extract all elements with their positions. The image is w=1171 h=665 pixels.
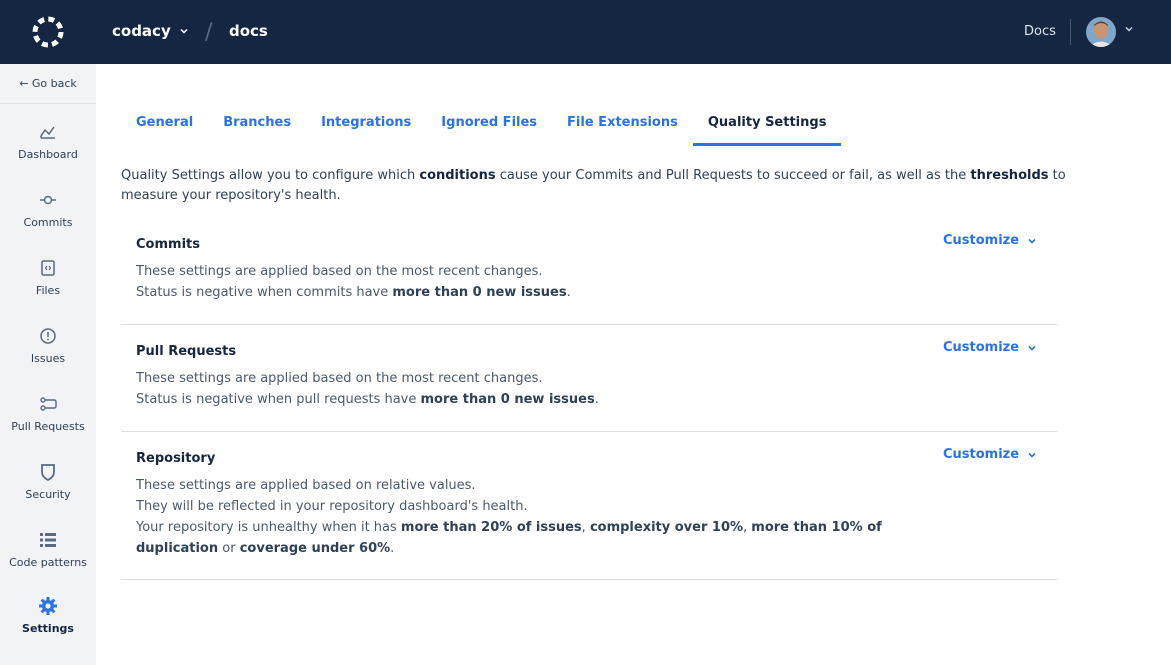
commits-customize-button[interactable]: Customize bbox=[943, 233, 1037, 248]
intro-bold-thresholds: thresholds bbox=[970, 168, 1049, 183]
tab-file-extensions[interactable]: File Extensions bbox=[552, 100, 693, 146]
chevron-down-icon bbox=[1028, 345, 1036, 351]
description-text: . bbox=[566, 285, 571, 300]
tab-ignored-files[interactable]: Ignored Files bbox=[426, 100, 552, 146]
sidebar-item-issues[interactable]: Issues bbox=[0, 326, 96, 392]
description-line: These settings are applied based on rela… bbox=[136, 478, 476, 493]
sidebar: ← Go back Dashboard Commits Files Issues… bbox=[0, 64, 96, 665]
docs-link[interactable]: Docs bbox=[1024, 24, 1056, 39]
file-icon bbox=[41, 260, 55, 276]
chevron-down-icon bbox=[1028, 452, 1036, 458]
sidebar-item-label: Settings bbox=[22, 622, 74, 635]
repo-name[interactable]: docs bbox=[229, 22, 268, 40]
chevron-down-icon bbox=[180, 28, 188, 34]
sidebar-item-label: Security bbox=[25, 488, 71, 501]
sidebar-item-code-patterns[interactable]: Code patterns bbox=[0, 530, 96, 596]
section-description: These settings are applied based on the … bbox=[136, 261, 926, 303]
gear-icon bbox=[39, 597, 57, 615]
tab-branches[interactable]: Branches bbox=[208, 100, 306, 146]
customize-label: Customize bbox=[943, 447, 1020, 462]
header-divider bbox=[1070, 19, 1071, 45]
description-text: Your repository is unhealthy when it has bbox=[136, 520, 401, 535]
description-line: Status is negative when pull requests ha… bbox=[136, 389, 926, 410]
description-text: Status is negative when commits have bbox=[136, 285, 393, 300]
pull-requests-section: Pull Requests These settings are applied… bbox=[121, 325, 1058, 432]
description-line: These settings are applied based on the … bbox=[136, 371, 543, 386]
intro-bold-conditions: conditions bbox=[419, 168, 496, 183]
customize-label: Customize bbox=[943, 340, 1020, 355]
threshold-value: more than 0 new issues bbox=[392, 285, 567, 300]
shield-icon bbox=[41, 464, 55, 482]
description-line: Your repository is unhealthy when it has… bbox=[136, 517, 926, 559]
description-line: They will be reflected in your repositor… bbox=[136, 499, 528, 514]
list-icon bbox=[40, 533, 56, 547]
chevron-down-icon bbox=[1028, 238, 1036, 244]
tab-quality-settings[interactable]: Quality Settings bbox=[692, 100, 842, 146]
sidebar-item-dashboard[interactable]: Dashboard bbox=[0, 122, 96, 188]
account-chevron-down-icon[interactable] bbox=[1124, 24, 1134, 34]
avatar-image-icon bbox=[1086, 17, 1116, 47]
customize-label: Customize bbox=[943, 233, 1020, 248]
pull-request-icon bbox=[40, 397, 57, 411]
description-line: These settings are applied based on the … bbox=[136, 264, 543, 279]
intro-text: Quality Settings allow you to configure … bbox=[121, 168, 420, 183]
breadcrumb-separator: / bbox=[205, 20, 213, 45]
threshold-complexity: complexity over 10% bbox=[589, 520, 744, 535]
settings-tabs: General Branches Integrations Ignored Fi… bbox=[121, 100, 842, 146]
dashboard-icon bbox=[40, 126, 55, 139]
section-title: Repository bbox=[136, 451, 216, 466]
sidebar-item-label: Dashboard bbox=[18, 148, 78, 161]
tab-general[interactable]: General bbox=[121, 100, 208, 146]
sidebar-item-files[interactable]: Files bbox=[0, 258, 96, 324]
threshold-issues: more than 20% of issues bbox=[400, 520, 582, 535]
sidebar-item-commits[interactable]: Commits bbox=[0, 190, 96, 256]
sidebar-item-label: Files bbox=[35, 284, 61, 297]
section-title: Pull Requests bbox=[136, 344, 237, 359]
threshold-coverage: coverage under 60% bbox=[239, 541, 391, 556]
pull-requests-customize-button[interactable]: Customize bbox=[943, 340, 1037, 355]
description-text: . bbox=[594, 392, 599, 407]
sidebar-item-label: Issues bbox=[30, 352, 66, 365]
commit-icon bbox=[40, 195, 56, 205]
top-navbar: codacy / docs Docs bbox=[0, 0, 1171, 64]
threshold-value: more than 0 new issues bbox=[420, 392, 595, 407]
commits-section: Commits These settings are applied based… bbox=[121, 225, 1058, 325]
description-text: Status is negative when pull requests ha… bbox=[136, 392, 421, 407]
sidebar-item-label: Code patterns bbox=[9, 556, 87, 569]
codacy-logo-icon[interactable] bbox=[30, 14, 66, 50]
section-title: Commits bbox=[136, 237, 200, 252]
go-back-link[interactable]: ← Go back bbox=[0, 64, 96, 104]
description-text: , bbox=[581, 520, 590, 535]
intro-text: cause your Commits and Pull Requests to … bbox=[495, 168, 971, 183]
org-selector[interactable]: codacy bbox=[112, 22, 189, 40]
user-avatar[interactable] bbox=[1086, 17, 1116, 47]
description-text: or bbox=[218, 541, 240, 556]
sidebar-item-security[interactable]: Security bbox=[0, 462, 96, 528]
description-text: . bbox=[390, 541, 395, 556]
tab-integrations[interactable]: Integrations bbox=[306, 100, 426, 146]
org-name: codacy bbox=[112, 22, 171, 40]
section-description: These settings are applied based on the … bbox=[136, 368, 926, 410]
quality-settings-intro: Quality Settings allow you to configure … bbox=[121, 166, 1121, 206]
sidebar-item-label: Pull Requests bbox=[11, 420, 85, 433]
issue-icon bbox=[40, 328, 56, 344]
repository-customize-button[interactable]: Customize bbox=[943, 447, 1037, 462]
sidebar-item-pull-requests[interactable]: Pull Requests bbox=[0, 394, 96, 460]
description-line: Status is negative when commits have mor… bbox=[136, 282, 926, 303]
sidebar-item-settings[interactable]: Settings bbox=[0, 596, 96, 662]
repository-section: Repository These settings are applied ba… bbox=[121, 432, 1058, 580]
section-description: These settings are applied based on rela… bbox=[136, 475, 926, 559]
sidebar-item-label: Commits bbox=[23, 216, 73, 229]
